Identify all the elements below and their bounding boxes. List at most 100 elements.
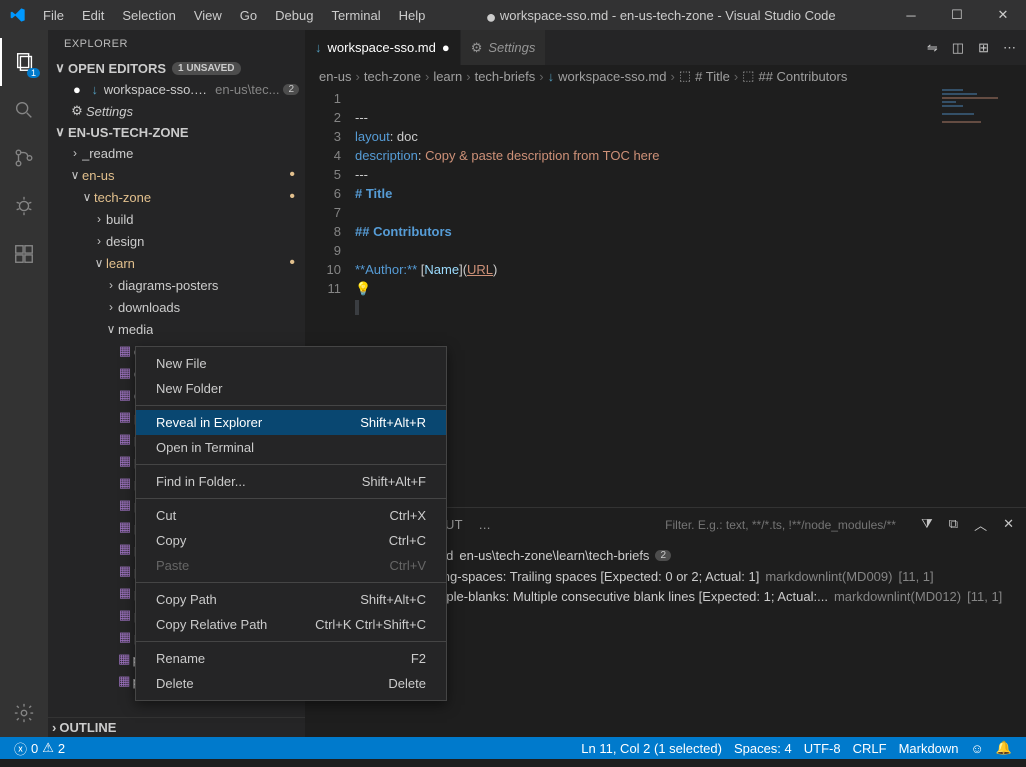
yaml-key: description xyxy=(355,148,418,163)
minimize-button[interactable]: ─ xyxy=(888,0,934,30)
vscode-logo-icon xyxy=(0,7,35,23)
context-menu-copy-relative-path[interactable]: Copy Relative PathCtrl+K Ctrl+Shift+C xyxy=(136,612,446,637)
breadcrumb-item[interactable]: tech-briefs xyxy=(475,69,536,84)
status-cursor[interactable]: Ln 11, Col 2 (1 selected) xyxy=(575,741,728,756)
menu-bar: FileEditSelectionViewGoDebugTerminalHelp xyxy=(35,4,433,27)
feedback-icon[interactable]: ☺ xyxy=(965,741,990,756)
compare-icon[interactable]: ⇋ xyxy=(927,40,938,56)
title-bar: FileEditSelectionViewGoDebugTerminalHelp… xyxy=(0,0,1026,30)
context-menu-find-in-folder-[interactable]: Find in Folder...Shift+Alt+F xyxy=(136,469,446,494)
extensions-icon[interactable] xyxy=(0,230,48,278)
problems-filter-input[interactable] xyxy=(665,518,905,532)
chevron-up-icon[interactable]: ︿ xyxy=(974,515,987,534)
menu-help[interactable]: Help xyxy=(391,4,434,27)
editor-tab[interactable]: ⚙Settings xyxy=(461,30,547,65)
modified-indicator: ● xyxy=(486,6,497,26)
tree-item-_readme[interactable]: ›_readme xyxy=(48,142,305,164)
debug-icon[interactable] xyxy=(0,182,48,230)
context-menu-copy[interactable]: CopyCtrl+C xyxy=(136,528,446,553)
tab-actions: ⇋ ◫ ⊞ ⋯ xyxy=(927,40,1026,56)
context-menu-open-in-terminal[interactable]: Open in Terminal xyxy=(136,435,446,460)
notifications-icon[interactable]: 🔔 xyxy=(990,740,1018,756)
status-bar: ⓧ 0 ⚠ 2 Ln 11, Col 2 (1 selected) Spaces: … xyxy=(0,737,1026,759)
breadcrumb-item[interactable]: workspace-sso.md xyxy=(558,69,666,84)
breadcrumb-item[interactable]: # Title xyxy=(695,69,730,84)
explorer-icon[interactable]: 1 xyxy=(0,38,48,86)
open-editor-item[interactable]: ⚙Settings xyxy=(48,100,305,122)
warning-icon: ⚠ xyxy=(42,740,54,756)
status-error-count: 0 xyxy=(31,741,38,756)
collapse-icon[interactable]: ⧉ xyxy=(949,516,958,532)
editor-tab[interactable]: ↓workspace-sso.md● xyxy=(305,30,461,65)
context-menu-copy-path[interactable]: Copy PathShift+Alt+C xyxy=(136,587,446,612)
yaml-key: layout xyxy=(355,129,390,144)
menu-debug[interactable]: Debug xyxy=(267,4,321,27)
breadcrumb-item[interactable]: learn xyxy=(433,69,462,84)
tree-item-diagrams-posters[interactable]: ›diagrams-posters xyxy=(48,274,305,296)
context-menu: New FileNew Folder Reveal in ExplorerShif… xyxy=(135,346,447,701)
split-right-icon[interactable]: ◫ xyxy=(952,40,964,56)
tree-item-tech-zone[interactable]: ∨tech-zone• xyxy=(48,186,305,208)
context-menu-delete[interactable]: DeleteDelete xyxy=(136,671,446,696)
maximize-button[interactable]: ☐ xyxy=(934,0,980,30)
activity-bar: 1 xyxy=(0,30,48,737)
menu-edit[interactable]: Edit xyxy=(74,4,112,27)
settings-gear-icon[interactable] xyxy=(0,689,48,737)
tree-item-media[interactable]: ∨media xyxy=(48,318,305,340)
breadcrumb-item[interactable]: tech-zone xyxy=(364,69,421,84)
tree-item-build[interactable]: ›build xyxy=(48,208,305,230)
status-language[interactable]: Markdown xyxy=(893,741,965,756)
status-eol[interactable]: CRLF xyxy=(847,741,893,756)
context-menu-rename[interactable]: RenameF2 xyxy=(136,646,446,671)
md-text: ]( xyxy=(459,262,467,277)
tree-item-design[interactable]: ›design xyxy=(48,230,305,252)
split-down-icon[interactable]: ⊞ xyxy=(978,40,989,56)
tree-item-en-us[interactable]: ∨en-us• xyxy=(48,164,305,186)
problem-count-badge: 2 xyxy=(655,550,671,561)
context-menu-new-folder[interactable]: New Folder xyxy=(136,376,446,401)
editor-tabs: ↓workspace-sso.md●⚙Settings ⇋ ◫ ⊞ ⋯ xyxy=(305,30,1026,65)
close-panel-icon[interactable]: ✕ xyxy=(1003,516,1014,532)
menu-file[interactable]: File xyxy=(35,4,72,27)
open-editors-section[interactable]: ∨ OPEN EDITORS 1 UNSAVED xyxy=(48,58,305,78)
panel-tab-more[interactable]: ... xyxy=(479,513,491,536)
menu-terminal[interactable]: Terminal xyxy=(323,4,388,27)
search-icon[interactable] xyxy=(0,86,48,134)
minimap[interactable] xyxy=(942,87,1012,147)
md-bold: **Author:** xyxy=(355,262,417,277)
tree-item-downloads[interactable]: ›downloads xyxy=(48,296,305,318)
breadcrumbs[interactable]: en-us›tech-zone›learn›tech-briefs›↓ work… xyxy=(305,65,1026,87)
chevron-right-icon: › xyxy=(52,720,56,735)
filter-icon[interactable]: ⧩ xyxy=(921,516,933,532)
menu-go[interactable]: Go xyxy=(232,4,265,27)
menu-selection[interactable]: Selection xyxy=(114,4,183,27)
tree-item-learn[interactable]: ∨learn• xyxy=(48,252,305,274)
more-icon[interactable]: ⋯ xyxy=(1003,40,1016,56)
context-menu-new-file[interactable]: New File xyxy=(136,351,446,376)
md-heading: # Title xyxy=(355,186,392,201)
workspace-root-section[interactable]: ∨ EN-US-TECH-ZONE xyxy=(48,122,305,142)
error-icon: ⓧ xyxy=(14,739,27,758)
title-file: workspace-sso.md xyxy=(500,8,608,23)
unsaved-badge: 1 UNSAVED xyxy=(172,62,241,75)
close-button[interactable]: ✕ xyxy=(980,0,1026,30)
status-encoding[interactable]: UTF-8 xyxy=(798,741,847,756)
window-title: ● workspace-sso.md - en-us-tech-zone - V… xyxy=(433,8,888,23)
context-menu-reveal-in-explorer[interactable]: Reveal in ExplorerShift+Alt+R xyxy=(136,410,446,435)
menu-view[interactable]: View xyxy=(186,4,230,27)
status-errors[interactable]: ⓧ 0 ⚠ 2 xyxy=(8,739,71,758)
status-warning-count: 2 xyxy=(58,741,65,756)
open-editor-item[interactable]: ●↓workspace-sso.mden-us\tec...2 xyxy=(48,78,305,100)
context-menu-cut[interactable]: CutCtrl+X xyxy=(136,503,446,528)
chevron-down-icon: ∨ xyxy=(52,124,68,140)
md-heading: ## Contributors xyxy=(355,224,452,239)
outline-section[interactable]: › OUTLINE xyxy=(48,717,305,737)
breadcrumb-item[interactable]: ## Contributors xyxy=(758,69,847,84)
code-line: --- xyxy=(355,167,368,182)
breadcrumb-item[interactable]: en-us xyxy=(319,69,352,84)
code-content[interactable]: --- layout: doc description: Copy & past… xyxy=(355,87,1026,507)
source-control-icon[interactable] xyxy=(0,134,48,182)
status-spaces[interactable]: Spaces: 4 xyxy=(728,741,798,756)
md-text: ) xyxy=(493,262,497,277)
yaml-val: : doc xyxy=(390,129,418,144)
